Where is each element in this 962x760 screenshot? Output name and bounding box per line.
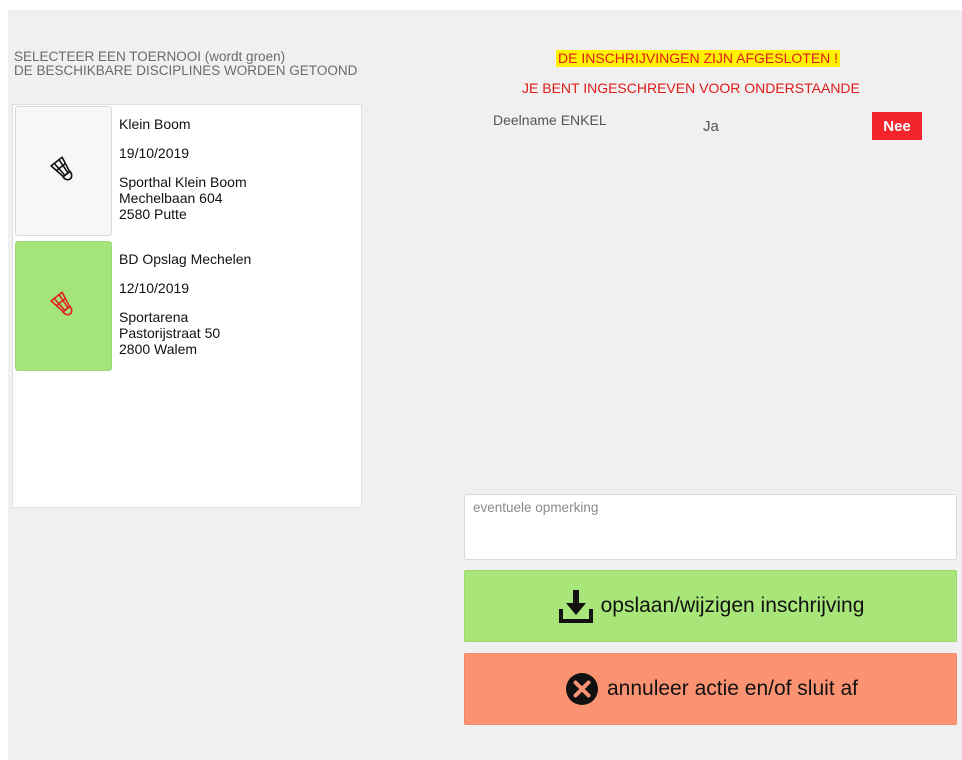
shuttlecock-icon bbox=[49, 291, 72, 316]
tournament-city: 2800 Walem bbox=[119, 341, 198, 357]
tournament-date: 19/10/2019 bbox=[119, 145, 190, 161]
tournament-address: Sportarena Pastorijstraat 50 2800 Walem bbox=[119, 309, 354, 357]
save-registration-button[interactable]: opslaan/wijzigen inschrijving bbox=[464, 570, 957, 642]
registrations-closed-banner: DE INSCHRIJVINGEN ZIJN AFGESLOTEN ! bbox=[556, 50, 841, 67]
tournament-info: Klein Boom 19/10/2019 Sporthal Klein Boo… bbox=[119, 116, 354, 222]
tournament-tile-selected[interactable] bbox=[15, 241, 112, 371]
tournament-tile[interactable] bbox=[15, 106, 112, 236]
tournament-address: Sporthal Klein Boom Mechelbaan 604 2580 … bbox=[119, 174, 354, 222]
instructions-line-2: DE BESCHIKBARE DISCIPLINES WORDEN GETOON… bbox=[14, 63, 358, 78]
instructions: SELECTEER EEN TOERNOOI (wordt groen) DE … bbox=[14, 50, 434, 78]
cancel-button-label: annuleer actie en/of sluit af bbox=[607, 677, 858, 700]
tournament-info: BD Opslag Mechelen 12/10/2019 Sportarena… bbox=[119, 251, 354, 357]
shuttlecock-icon bbox=[49, 156, 72, 181]
tournament-item-klein-boom[interactable]: Klein Boom 19/10/2019 Sporthal Klein Boo… bbox=[15, 106, 361, 238]
tournament-name: BD Opslag Mechelen bbox=[119, 251, 252, 267]
cancel-close-button[interactable]: annuleer actie en/of sluit af bbox=[464, 653, 957, 725]
instructions-line-1: SELECTEER EEN TOERNOOI (wordt groen) bbox=[14, 49, 286, 64]
tournament-street: Pastorijstraat 50 bbox=[119, 325, 221, 341]
registered-notice: JE BENT INGESCHREVEN VOOR ONDERSTAANDE bbox=[522, 80, 860, 96]
tournament-venue: Sporthal Klein Boom bbox=[119, 174, 247, 190]
tournament-venue: Sportarena bbox=[119, 309, 189, 325]
discipline-yes-option[interactable]: Ja bbox=[703, 118, 719, 135]
close-circle-icon bbox=[563, 670, 601, 708]
tournament-city: 2580 Putte bbox=[119, 206, 187, 222]
save-button-label: opslaan/wijzigen inschrijving bbox=[600, 594, 865, 617]
tournament-date: 12/10/2019 bbox=[119, 280, 190, 296]
download-icon bbox=[557, 587, 595, 625]
tournament-street: Mechelbaan 604 bbox=[119, 190, 223, 206]
tournament-name: Klein Boom bbox=[119, 116, 191, 132]
discipline-label: Deelname ENKEL bbox=[493, 112, 607, 128]
discipline-no-option[interactable]: Nee bbox=[872, 112, 922, 140]
remark-input[interactable] bbox=[464, 494, 957, 560]
tournament-item-bd-opslag-mechelen[interactable]: BD Opslag Mechelen 12/10/2019 Sportarena… bbox=[15, 241, 361, 373]
tournament-list: Klein Boom 19/10/2019 Sporthal Klein Boo… bbox=[12, 104, 362, 508]
